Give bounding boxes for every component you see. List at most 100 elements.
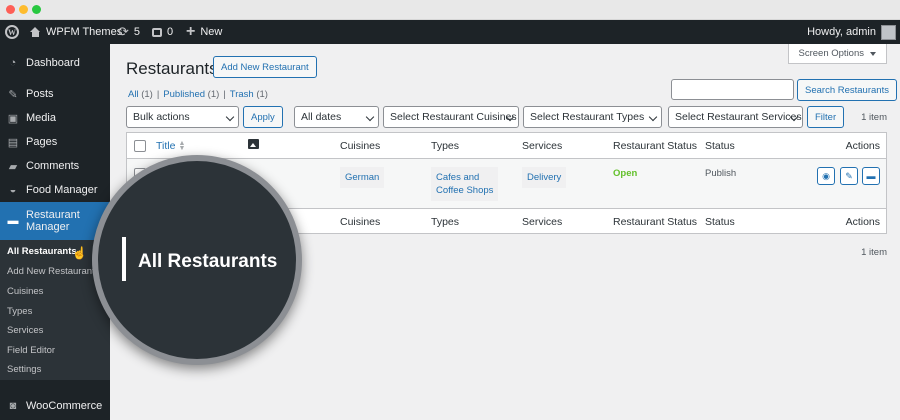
image-icon [248,139,259,149]
view-published-link[interactable]: Published [163,89,205,100]
new-label: New [200,26,223,38]
window-titlebar [0,0,900,20]
maximize-window-button[interactable] [32,5,41,14]
bulk-actions-value: Bulk actions [133,111,190,123]
comments-link[interactable]: 0 [152,20,173,44]
screen-options-label: Screen Options [798,48,864,59]
sidebar-item-posts[interactable]: ✎ Posts [0,82,110,106]
view-published-count: (1) [207,89,220,100]
plus-icon: + [186,23,196,40]
apply-button[interactable]: Apply [243,106,283,128]
service-tag[interactable]: Delivery [522,167,567,188]
dates-filter-select[interactable]: All dates [294,106,379,128]
column-restaurant-status: Restaurant Status [613,140,698,152]
view-separator: | [223,89,226,100]
sort-icon: ▲ ▼ [178,139,186,153]
view-all-link[interactable]: All [128,89,139,100]
sidebar-item-label: Dashboard [26,57,80,69]
sidebar-item-label: Media [26,112,56,124]
column-cuisines: Cuisines [340,140,381,152]
types-filter-value: Select Restaurant Types [530,111,645,123]
site-name-link[interactable]: WPFM Themes [30,20,122,44]
caret-down-icon [870,51,876,56]
title-column-sort[interactable]: Title ▲ ▼ [156,139,186,153]
magnifier-indicator-bar [122,237,126,281]
submenu-field-editor[interactable]: Field Editor [7,345,55,356]
column-status: Status [705,140,735,152]
item-count-bottom: 1 item [861,247,887,258]
pages-icon: ▤ [7,136,19,149]
chevron-down-icon [365,112,375,122]
view-trash-link[interactable]: Trash [230,89,254,100]
delete-action-button[interactable]: ▬ [862,167,880,185]
screen-options-button[interactable]: Screen Options [787,44,887,64]
services-filter-select[interactable]: Select Restaurant Services [668,106,803,128]
type-tag-line: Coffee Shops [436,185,494,196]
howdy-text: Howdy, admin [807,26,876,38]
column-services: Services [522,216,563,228]
search-input[interactable] [671,79,794,100]
submenu-add-new-restaurant[interactable]: Add New Restaurant [7,266,95,277]
pencil-icon: ✎ [845,170,853,181]
add-new-restaurant-button[interactable]: Add New Restaurant [213,56,317,78]
cuisines-filter-select[interactable]: Select Restaurant Cuisines [383,106,519,128]
submenu-settings[interactable]: Settings [7,364,41,375]
edit-action-button[interactable]: ✎ [840,167,858,185]
submenu-all-restaurants[interactable]: All Restaurants [7,246,77,257]
sidebar-item-label: Pages [26,136,58,148]
sidebar-item-woocommerce[interactable]: ◙ WooCommerce [0,394,110,418]
type-tag-line: Cafes and [436,172,480,183]
sidebar-item-dashboard[interactable]: ◔ Dashboard [0,51,110,75]
admin-sidebar: ◔ Dashboard ✎ Posts ▣ Media ▤ Pages ▰ Co… [0,44,110,420]
account-menu[interactable]: Howdy, admin [807,20,896,44]
minimize-window-button[interactable] [19,5,28,14]
pin-icon: ✎ [8,88,18,101]
updates-icon: ⟳ [118,24,129,39]
new-content-link[interactable]: + New [186,20,222,44]
dashboard-icon: ◔ [9,57,17,69]
updates-link[interactable]: ⟳ 5 [118,20,140,44]
restaurant-manager-icon: ▬ [7,215,19,227]
sidebar-item-media[interactable]: ▣ Media [0,106,110,130]
close-window-button[interactable] [6,5,15,14]
submenu-cuisines[interactable]: Cuisines [7,286,43,297]
column-actions: Actions [845,140,880,152]
restaurant-status-badge: Open [613,168,638,179]
eye-icon: ◉ [822,170,830,181]
magnifier-callout: All Restaurants [92,155,302,365]
type-tag[interactable]: Cafes and Coffee Shops [431,167,499,201]
chevron-down-icon [648,112,658,122]
filter-button[interactable]: Filter [807,106,845,128]
wordpress-logo-icon[interactable]: W [5,25,19,39]
types-filter-select[interactable]: Select Restaurant Types [523,106,662,128]
cuisine-tag[interactable]: German [340,167,385,188]
submenu-types[interactable]: Types [7,306,32,317]
view-action-button[interactable]: ◉ [817,167,835,185]
column-types: Types [431,140,460,152]
column-restaurant-status: Restaurant Status [613,216,698,228]
select-all-checkbox[interactable] [134,140,146,152]
woocommerce-icon: ◙ [9,400,17,412]
food-manager-icon: ◒ [9,184,17,196]
sidebar-item-pages[interactable]: ▤ Pages [0,130,110,154]
column-types: Types [431,216,460,228]
sidebar-item-label: Food Manager [26,184,98,196]
search-restaurants-button[interactable]: Search Restaurants [797,79,897,101]
sidebar-item-label: Comments [26,160,80,172]
view-all-count: (1) [141,89,153,100]
services-filter-value: Select Restaurant Services [675,111,802,123]
hand-cursor-icon: ☝ [72,246,87,260]
sidebar-item-restaurant-manager[interactable]: ▬ Restaurant Manager [0,202,110,240]
publish-status: Publish [705,168,737,179]
sidebar-item-food-manager[interactable]: ◒ Food Manager [0,178,110,202]
submenu-services[interactable]: Services [7,325,43,336]
bulk-actions-select[interactable]: Bulk actions [126,106,239,128]
sidebar-item-label: WooCommerce [26,400,103,412]
chevron-down-icon [225,112,235,122]
table-header: Title ▲ ▼ Cuisines Types Services Restaura… [127,133,886,159]
sidebar-item-comments[interactable]: ▰ Comments [0,154,110,178]
comment-bubble-icon [152,27,162,37]
home-icon [30,27,41,37]
site-name: WPFM Themes [46,26,123,38]
column-title: Title [156,140,176,152]
